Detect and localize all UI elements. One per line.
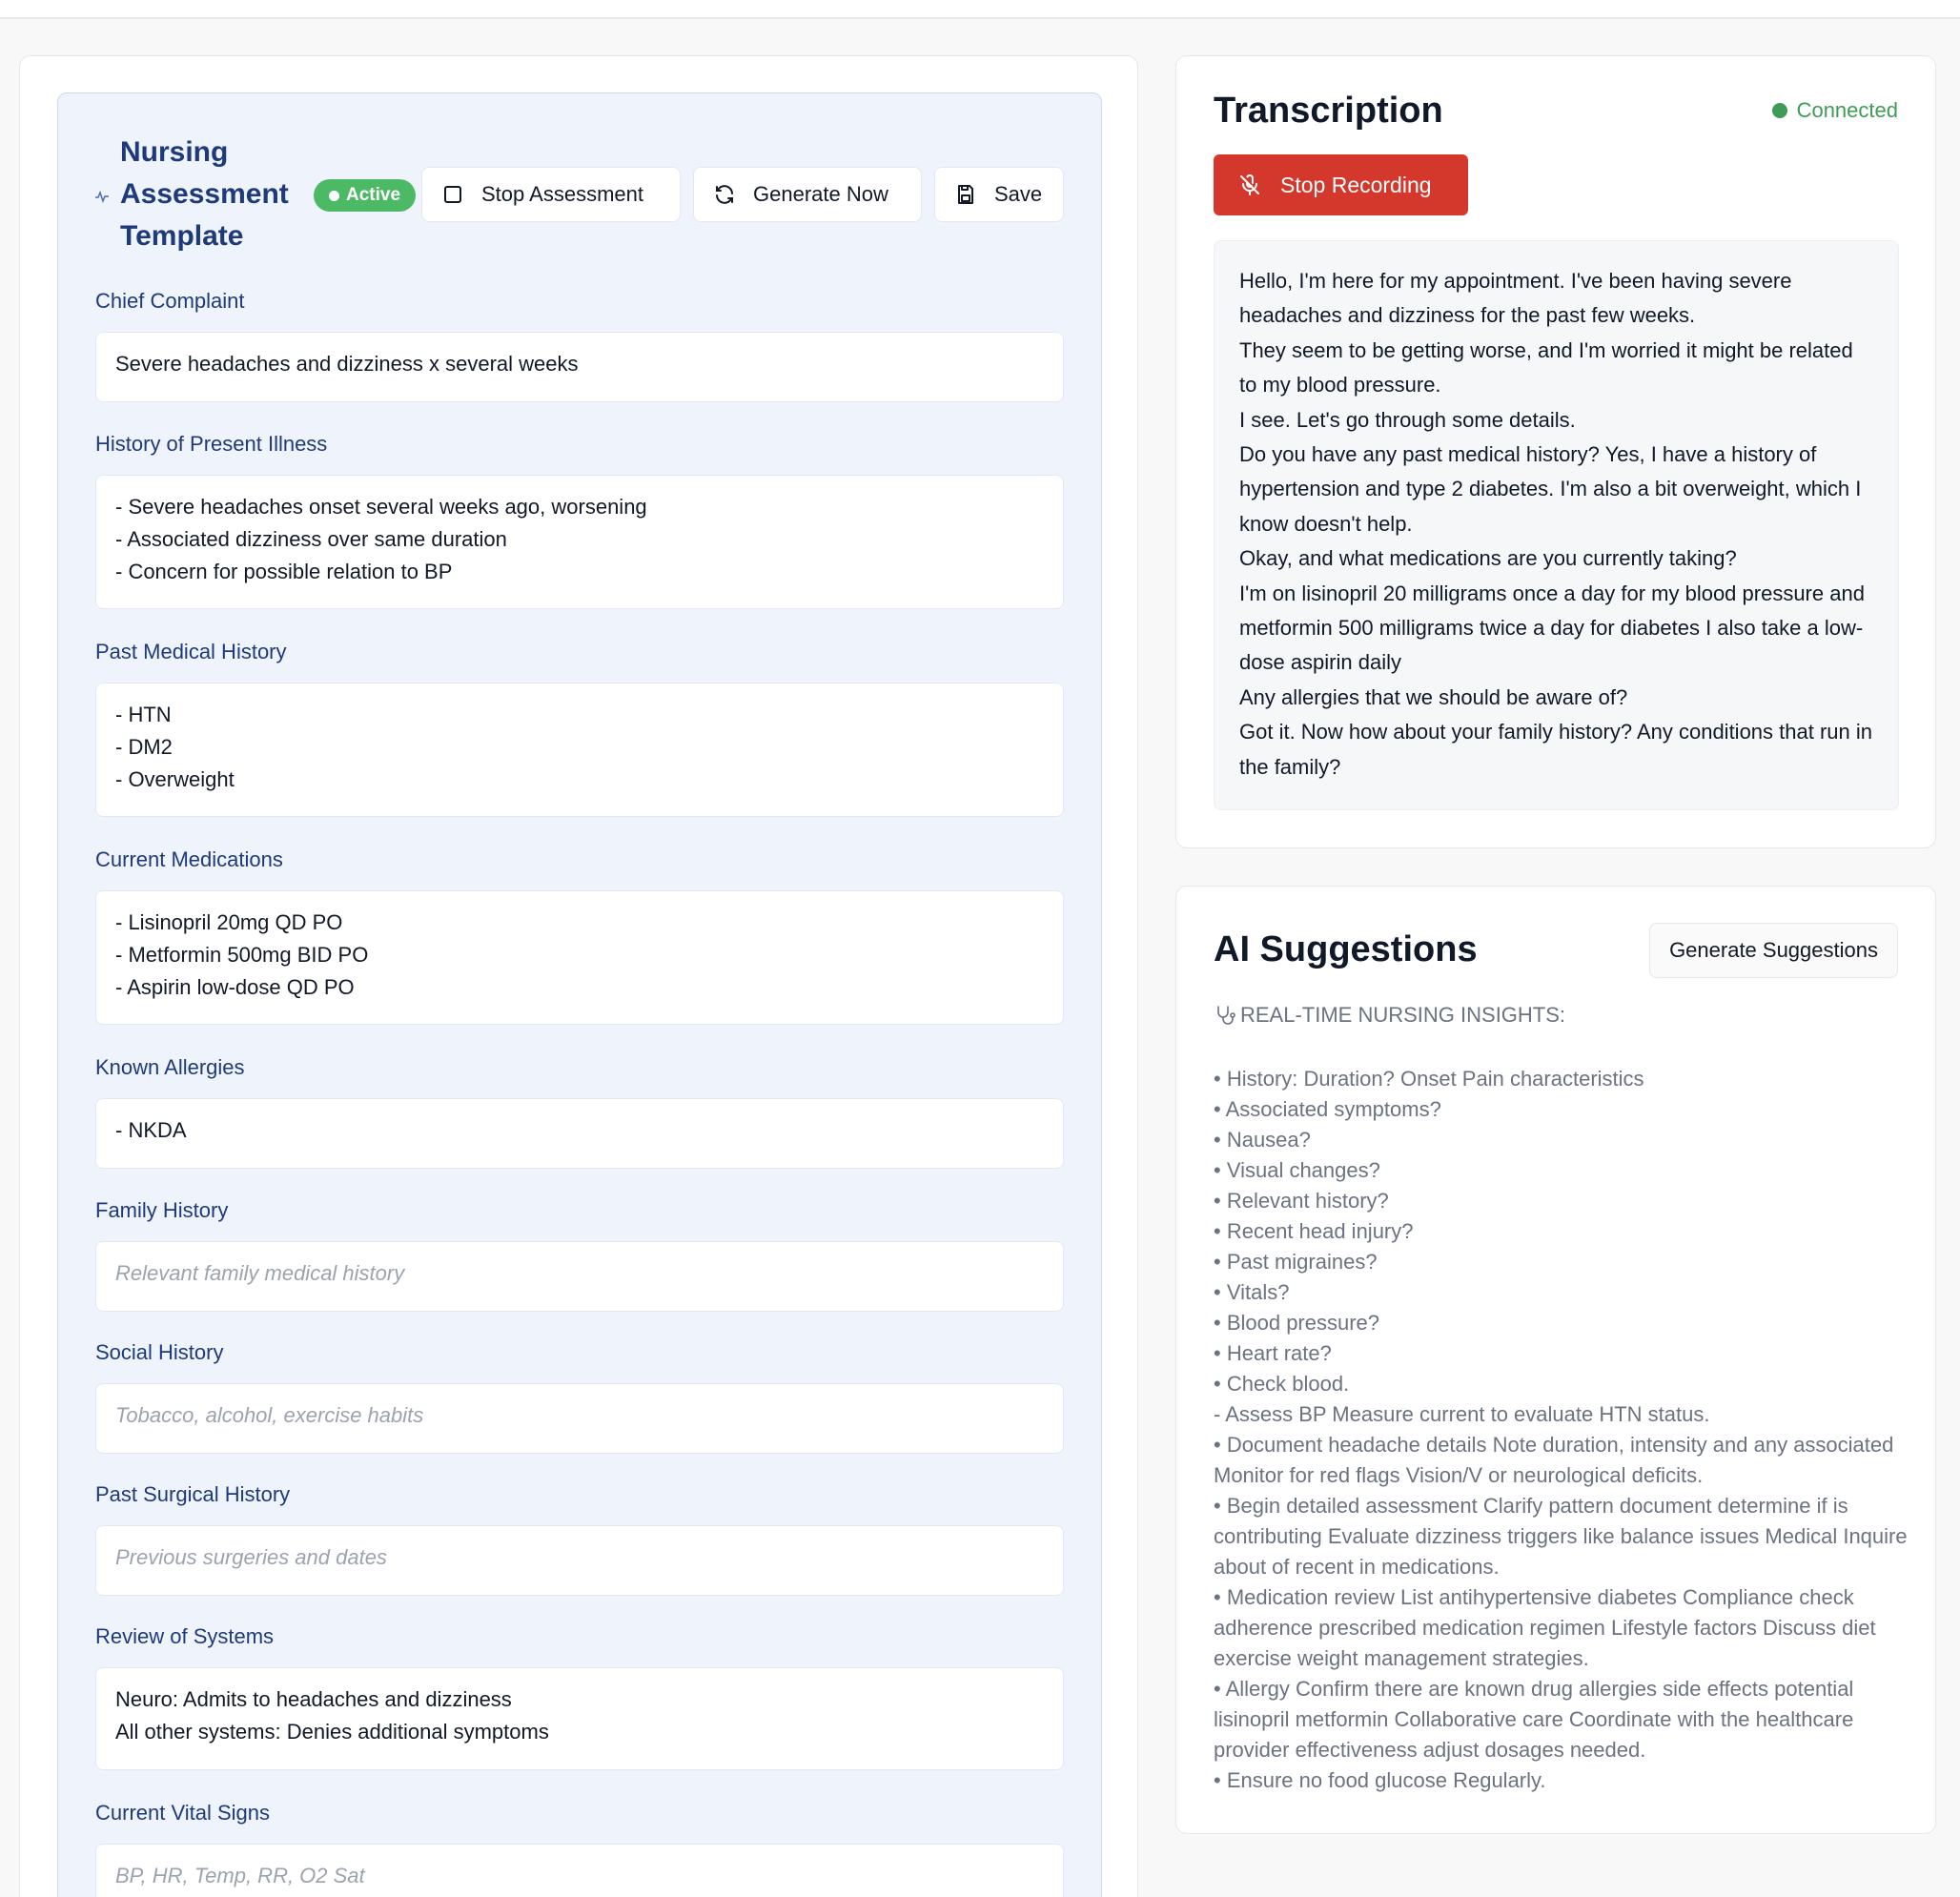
transcript-line: I'm on lisinopril 20 milligrams once a d… [1239,581,1865,675]
form-title: Nursing Assessment Template [120,136,289,252]
suggestions-list: • History: Duration? Onset Pain characte… [1214,1064,1909,1796]
status-dot [329,191,339,201]
pulse-icon [95,190,109,204]
suggestion-item: • Begin detailed assessment Clarify patt… [1214,1494,1908,1579]
section-label-allergies: Known Allergies [95,1055,245,1079]
connection-status: Connected [1771,98,1898,123]
suggestion-item: • Vitals? [1214,1280,1290,1304]
suggestion-item: • Check blood. [1214,1372,1350,1396]
stop-assessment-label: Stop Assessment [481,182,643,206]
suggestion-item: • Medication review List antihypertensiv… [1214,1585,1876,1670]
stethoscope-icon [1217,1006,1235,1025]
form-header: Nursing Assessment Template Active Stop … [58,93,1101,265]
stop-recording-label: Stop Recording [1280,172,1432,197]
suggestion-item: • Recent head injury? [1214,1219,1414,1243]
suggestion-item: • Nausea? [1214,1128,1311,1152]
suggestion-item: • Associated symptoms? [1214,1097,1441,1121]
transcription-card: Transcription Connected Stop Recording H… [1175,55,1936,848]
vital-signs-field[interactable]: BP, HR, Temp, RR, O2 Sat [95,1844,1064,1897]
suggestion-item: • Allergy Confirm there are known drug a… [1214,1677,1854,1762]
transcript-line: They seem to be getting worse, and I'm w… [1239,337,1853,398]
status-badge: Active [314,179,417,212]
stop-recording-button[interactable]: Stop Recording [1214,154,1468,215]
refresh-icon [716,185,733,204]
suggestion-item: • Past migraines? [1214,1250,1378,1274]
hpi-field[interactable]: - Severe headaches onset several weeks a… [95,475,1064,609]
suggestion-item: - Assess BP Measure current to evaluate … [1214,1402,1710,1426]
section-label-surgical-history: Past Surgical History [95,1482,291,1506]
connection-dot-icon [1771,103,1787,118]
transcript-line: Got it. Now how about your family histor… [1239,720,1872,779]
connection-status-label: Connected [1796,98,1898,122]
surgical-history-field[interactable]: Previous surgeries and dates [95,1525,1064,1596]
mic-off-icon [1240,174,1259,195]
suggestion-item: • Blood pressure? [1214,1311,1380,1335]
family-history-field[interactable]: Relevant family medical history [95,1241,1064,1312]
transcript-line: Hello, I'm here for my appointment. I've… [1239,269,1792,328]
section-label-vital-signs: Current Vital Signs [95,1801,271,1825]
transcript-line: Any allergies that we should be aware of… [1239,684,1628,709]
section-label-chief-complaint: Chief Complaint [95,289,245,313]
transcription-title: Transcription [1214,91,1443,131]
transcript-box: Hello, I'm here for my appointment. I've… [1214,240,1899,810]
transcript-line: Do you have any past medical history? Ye… [1239,442,1862,536]
generate-now-label: Generate Now [753,182,888,206]
insights-heading: REAL-TIME NURSING INSIGHTS: [1214,1003,1565,1028]
suggestion-item: • History: Duration? Onset Pain characte… [1214,1067,1644,1091]
suggestion-item: • Visual changes? [1214,1158,1380,1182]
save-label: Save [994,182,1043,206]
square-icon [444,186,461,203]
ros-field[interactable]: Neuro: Admits to headaches and dizziness… [95,1667,1064,1770]
save-button[interactable]: Save [934,167,1064,222]
assessment-form: Nursing Assessment Template Active Stop … [57,92,1102,1897]
suggestion-item: • Ensure no food glucose Regularly. [1214,1768,1546,1792]
suggestion-item: • Document headache details Note duratio… [1214,1433,1894,1487]
ai-suggestions-title: AI Suggestions [1214,929,1478,969]
transcript-line: Okay, and what medications are you curre… [1239,546,1737,571]
chief-complaint-field[interactable]: Severe headaches and dizziness x several… [95,332,1064,402]
generate-now-button[interactable]: Generate Now [693,167,922,222]
stop-assessment-button[interactable]: Stop Assessment [421,167,681,222]
ai-suggestions-card: AI Suggestions Generate Suggestions REAL… [1175,886,1936,1834]
assessment-card: Nursing Assessment Template Active Stop … [19,55,1138,1897]
section-label-pmh: Past Medical History [95,640,287,663]
generate-suggestions-button[interactable]: Generate Suggestions [1649,923,1898,978]
section-label-ros: Review of Systems [95,1624,275,1648]
section-label-social-history: Social History [95,1340,224,1364]
top-bar [0,0,1960,19]
allergies-field[interactable]: - NKDA [95,1098,1064,1169]
transcript-line: I see. Let's go through some details. [1239,407,1576,432]
social-history-field[interactable]: Tobacco, alcohol, exercise habits [95,1383,1064,1454]
suggestion-item: • Relevant history? [1214,1189,1389,1213]
medications-field[interactable]: - Lisinopril 20mg QD PO - Metformin 500m… [95,890,1064,1025]
save-icon [958,185,973,204]
section-label-medications: Current Medications [95,847,283,871]
insights-heading-label: REAL-TIME NURSING INSIGHTS: [1240,1003,1566,1027]
section-label-hpi: History of Present Illness [95,432,328,456]
section-label-family-history: Family History [95,1198,229,1222]
status-badge-label: Active [346,185,401,205]
suggestion-item: • Heart rate? [1214,1341,1332,1365]
pmh-field[interactable]: - HTN - DM2 - Overweight [95,683,1064,817]
